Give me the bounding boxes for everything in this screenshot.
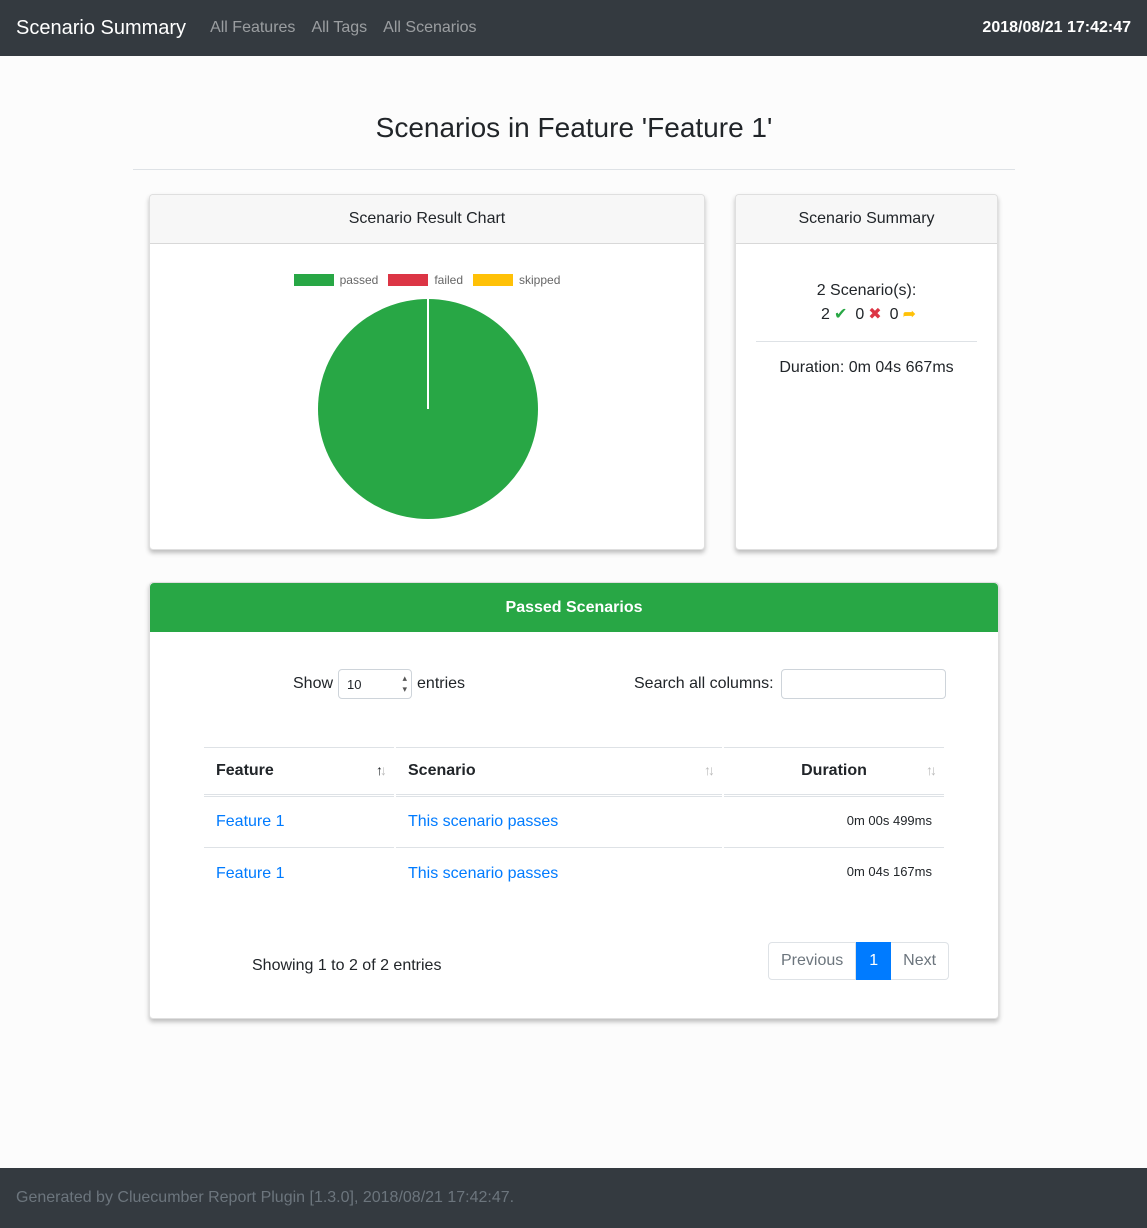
x-icon: ✖: [868, 306, 882, 323]
entries-select-value: 10: [347, 676, 362, 692]
select-updown-icon: ▴ ▾: [402, 673, 408, 694]
duration-cell: 0m 00s 499ms: [724, 797, 944, 848]
footer: Generated by Cluecumber Report Plugin [1…: [0, 1168, 1147, 1228]
check-icon: ✔: [833, 306, 848, 323]
chart-card-header: Scenario Result Chart: [150, 195, 704, 244]
scenario-link[interactable]: This scenario passes: [408, 865, 558, 882]
pagination: Previous 1 Next: [768, 942, 950, 980]
total-duration: Duration: 0m 04s 667ms: [779, 359, 954, 376]
next-page-button[interactable]: Next: [891, 942, 950, 980]
sort-icon: ↑↓: [704, 762, 715, 778]
passed-scenarios-header: Passed Scenarios: [150, 583, 998, 632]
sort-icon: ↑↓: [926, 762, 937, 778]
feature-link[interactable]: Feature 1: [216, 813, 284, 830]
table-row: Feature 1 This scenario passes 0m 00s 49…: [204, 797, 944, 848]
legend-item-skipped[interactable]: skipped: [473, 273, 560, 287]
sort-asc-icon: ↑↓: [376, 762, 387, 778]
page-length-control: Show 10 ▴ ▾ entries: [293, 669, 465, 699]
nav-all-scenarios[interactable]: All Scenarios: [383, 19, 476, 37]
title-divider: [133, 169, 1015, 170]
legend-item-failed[interactable]: failed: [388, 273, 463, 287]
show-label: Show: [293, 675, 334, 692]
column-label-scenario: Scenario: [408, 762, 476, 779]
column-label-feature: Feature: [216, 762, 274, 779]
legend-label-passed: passed: [339, 273, 379, 287]
scenario-result-chart-card: Scenario Result Chart passed failed skip…: [149, 194, 705, 550]
search-input[interactable]: [780, 669, 946, 699]
entries-label: entries: [417, 675, 466, 692]
column-header-feature[interactable]: Feature ↑↓: [204, 747, 394, 797]
summary-divider: [756, 341, 977, 342]
footer-text: Generated by Cluecumber Report Plugin [1…: [16, 1189, 515, 1206]
nav-all-tags[interactable]: All Tags: [311, 19, 367, 37]
feature-link[interactable]: Feature 1: [216, 865, 284, 882]
scenario-counts: 2 ✔ 0 ✖ 0 ➦: [736, 303, 997, 327]
passed-count: 2: [821, 306, 830, 323]
legend-label-failed: failed: [434, 273, 463, 287]
legend-swatch-passed: [293, 274, 334, 286]
top-navbar: Scenario Summary All Features All Tags A…: [0, 0, 1147, 56]
search-control: Search all columns:: [634, 669, 946, 699]
column-header-duration[interactable]: Duration ↑↓: [724, 747, 944, 797]
legend-swatch-skipped: [473, 274, 513, 286]
legend-item-passed[interactable]: passed: [293, 273, 379, 287]
scenario-total: 2 Scenario(s):: [816, 282, 917, 299]
share-arrow-icon: ➦: [902, 306, 916, 323]
duration-cell: 0m 04s 167ms: [846, 864, 932, 879]
legend-label-skipped: skipped: [519, 273, 561, 287]
search-label: Search all columns:: [634, 675, 774, 692]
nav-all-features[interactable]: All Features: [210, 19, 295, 37]
table-row: Feature 1 This scenario passes 0m 04s 16…: [204, 848, 944, 899]
failed-count: 0: [855, 306, 865, 323]
column-label-duration: Duration: [801, 762, 867, 779]
previous-page-button[interactable]: Previous: [768, 942, 857, 980]
page-1-button[interactable]: 1: [856, 942, 892, 980]
column-header-scenario[interactable]: Scenario ↑↓: [396, 747, 722, 797]
chart-legend: passed failed skipped: [150, 273, 704, 287]
skipped-count: 0: [889, 306, 899, 323]
summary-card-header: Scenario Summary: [736, 195, 997, 244]
report-timestamp: 2018/08/21 17:42:47: [982, 19, 1131, 36]
scenario-summary-card: Scenario Summary 2 Scenario(s): 2 ✔ 0 ✖ …: [735, 194, 998, 550]
passed-scenarios-card: Passed Scenarios Show 10 ▴ ▾ entries Sear…: [149, 582, 999, 1019]
entries-select[interactable]: 10 ▴ ▾: [338, 669, 413, 699]
nav-brand-link[interactable]: Scenario Summary: [16, 17, 186, 40]
page-title: Scenarios in Feature 'Feature 1': [375, 112, 773, 143]
legend-swatch-failed: [388, 274, 429, 286]
scenario-link[interactable]: This scenario passes: [408, 813, 558, 830]
table-info: Showing 1 to 2 of 2 entries: [252, 957, 442, 974]
scenarios-table: Feature ↑↓ Scenario ↑↓ Duration ↑↓ Featu…: [202, 747, 946, 899]
pie-chart: [318, 299, 538, 519]
